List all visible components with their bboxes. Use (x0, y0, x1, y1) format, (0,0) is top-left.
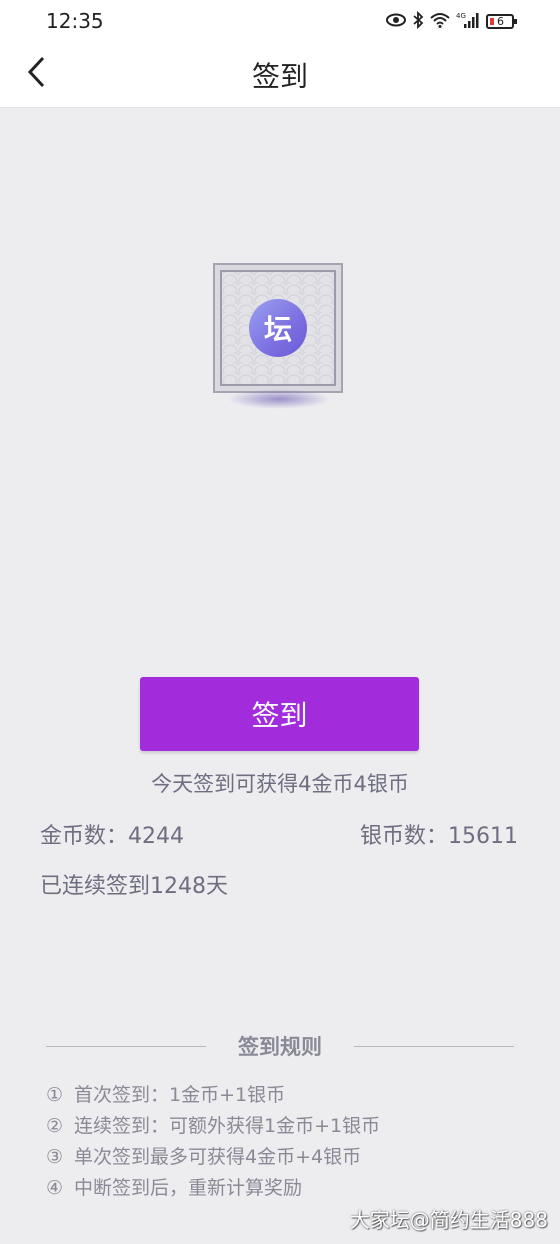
network-label: 4G (456, 12, 466, 20)
rule-item: ③ 单次签到最多可获得4金币+4银币 (46, 1142, 380, 1173)
battery-level: 6 (497, 14, 504, 28)
reward-tip: 今天签到可获得4金币4银币 (151, 772, 409, 796)
rule-number: ④ (46, 1177, 64, 1199)
streak-count: 已连续签到1248天 (40, 874, 228, 899)
rule-item: ④ 中断签到后，重新计算奖励 (46, 1173, 380, 1204)
rule-text: 中断签到后，重新计算奖励 (74, 1177, 303, 1199)
signal-4g-icon: 4G (456, 11, 480, 32)
silver-count: 银币数：15611 (360, 824, 518, 849)
divider-right (354, 1045, 514, 1047)
wifi-icon (430, 12, 450, 31)
nav-bar: 签到 (0, 42, 560, 108)
badge-char: 坛 (263, 313, 292, 346)
page-title: 签到 (251, 59, 308, 93)
rules-list: ① 首次签到：1金币+1银币 ② 连续签到：可额外获得1金币+1银币 ③ 单次签… (46, 1080, 380, 1204)
rules-title: 签到规则 (238, 1035, 322, 1059)
badge-shadow (227, 389, 331, 409)
rule-number: ① (46, 1084, 64, 1106)
rule-number: ② (46, 1115, 64, 1137)
rule-text: 连续签到：可额外获得1金币+1银币 (74, 1115, 381, 1137)
badge-frame: 坛 (213, 263, 343, 393)
back-button[interactable] (16, 54, 56, 94)
rule-item: ① 首次签到：1金币+1银币 (46, 1080, 380, 1111)
rule-text: 单次签到最多可获得4金币+4银币 (74, 1146, 362, 1168)
checkin-badge: 坛 (213, 263, 345, 413)
status-time: 12:35 (46, 9, 104, 33)
rule-item: ② 连续签到：可额外获得1金币+1银币 (46, 1111, 380, 1142)
watermark: 大家坛@简约生活888 (349, 1208, 548, 1232)
divider-left (46, 1045, 206, 1047)
eye-icon (386, 13, 406, 30)
battery-icon: 6 (486, 13, 517, 29)
status-bar: 12:35 4G 6 (0, 0, 560, 42)
gold-count: 金币数：4244 (40, 824, 184, 849)
checkin-button[interactable]: 签到 (140, 677, 419, 751)
chevron-left-icon (25, 55, 47, 93)
rules-header: 签到规则 (46, 1030, 514, 1062)
rule-number: ③ (46, 1146, 64, 1168)
rule-text: 首次签到：1金币+1银币 (74, 1084, 286, 1106)
forum-logo-icon: 坛 (249, 299, 307, 357)
bluetooth-icon (412, 10, 424, 32)
status-icons: 4G 6 (386, 10, 517, 32)
badge-pattern: 坛 (220, 270, 336, 386)
